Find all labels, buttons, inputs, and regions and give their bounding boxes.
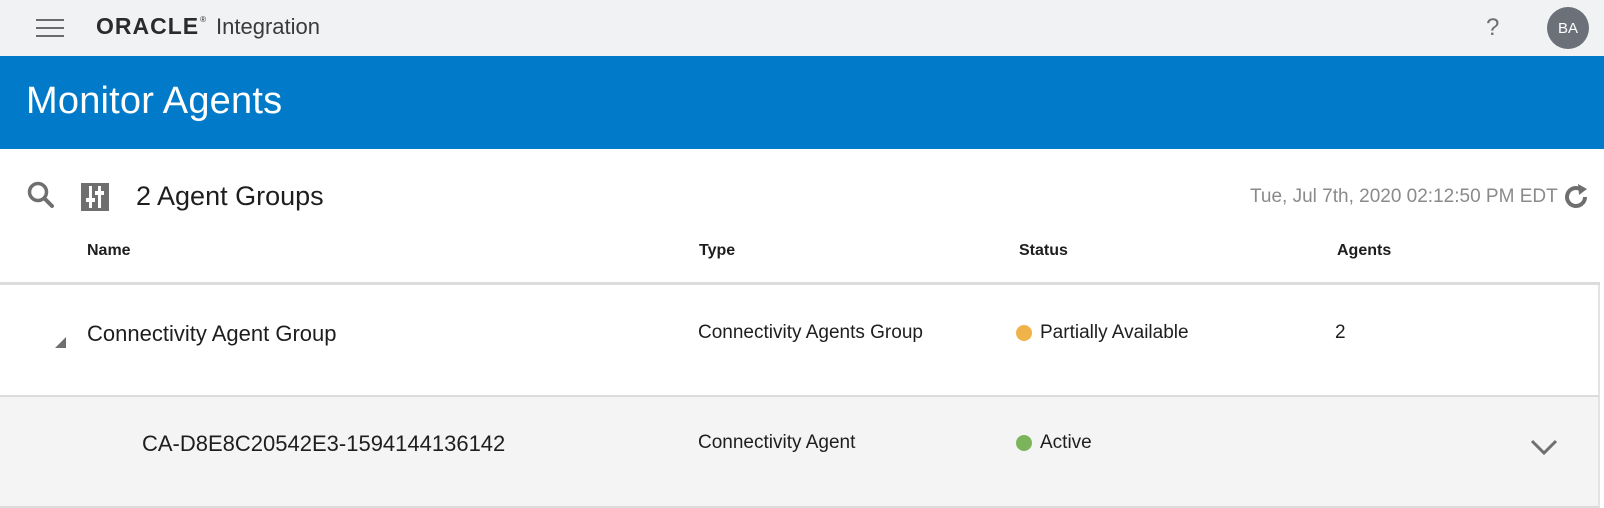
user-avatar[interactable]: BA [1547, 7, 1589, 49]
column-header-type[interactable]: Type [699, 242, 735, 260]
last-refreshed-timestamp: Tue, Jul 7th, 2020 02:12:50 PM EDT [1250, 186, 1558, 207]
top-bar: ORACLE ® Integration ? BA [0, 0, 1604, 56]
agent-status: Active [1040, 432, 1092, 453]
group-status: Partially Available [1040, 322, 1189, 343]
collapse-triangle-icon[interactable] [55, 337, 66, 348]
help-icon[interactable]: ? [1486, 14, 1499, 42]
status-indicator-icon [1016, 435, 1032, 451]
table-row-agent-group[interactable]: Connectivity Agent Group Connectivity Ag… [0, 285, 1600, 397]
chevron-down-icon[interactable] [1530, 437, 1558, 457]
group-agent-count: 2 [1335, 322, 1346, 343]
page-title: Monitor Agents [26, 80, 283, 122]
agent-group-count: 2 Agent Groups [136, 181, 324, 211]
agent-name[interactable]: CA-D8E8C20542E3-1594144136142 [142, 431, 505, 457]
group-type: Connectivity Agents Group [698, 322, 923, 343]
status-indicator-icon [1016, 325, 1032, 341]
trademark-mark: ® [200, 15, 207, 24]
hamburger-menu-icon[interactable] [36, 19, 64, 37]
column-header-status[interactable]: Status [1019, 242, 1068, 260]
refresh-icon[interactable] [1562, 183, 1590, 211]
filter-icon[interactable] [81, 183, 109, 211]
column-header-name[interactable]: Name [87, 242, 131, 260]
page-header: Monitor Agents [0, 56, 1604, 149]
table-row-agent[interactable]: CA-D8E8C20542E3-1594144136142 Connectivi… [0, 397, 1600, 508]
group-name[interactable]: Connectivity Agent Group [87, 321, 336, 347]
column-header-agents[interactable]: Agents [1337, 242, 1391, 260]
search-icon[interactable] [26, 180, 56, 210]
oracle-logo: ORACLE [96, 13, 200, 39]
product-name: Integration [216, 14, 320, 39]
brand-logo: ORACLE ® Integration [96, 13, 320, 43]
agent-type: Connectivity Agent [698, 432, 856, 453]
